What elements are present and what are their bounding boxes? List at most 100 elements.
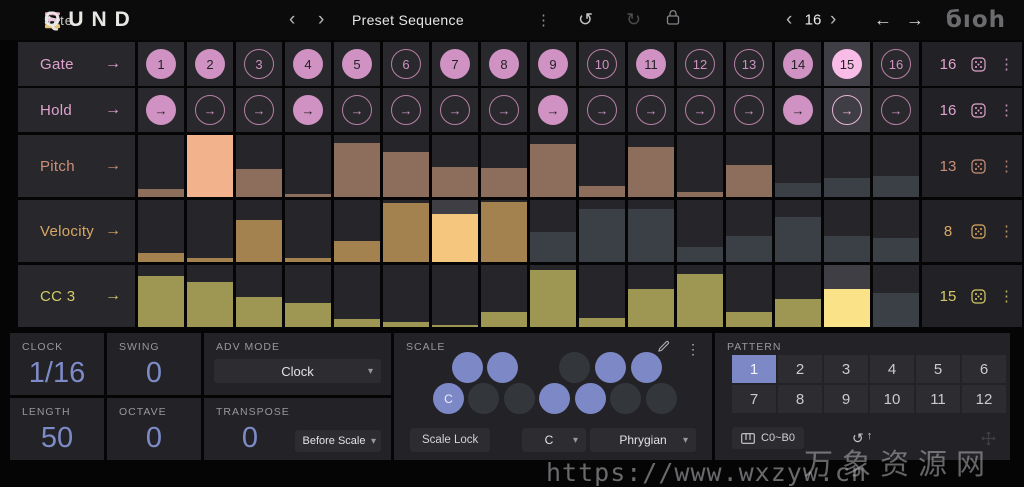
cc3-step-3[interactable]	[236, 265, 282, 327]
pattern-cell-6[interactable]: 6	[962, 355, 1006, 383]
pitch-step-3[interactable]	[236, 135, 282, 197]
gate-step-3[interactable]: 3	[236, 42, 282, 86]
cc3-step-4[interactable]	[285, 265, 331, 327]
gate-step-13[interactable]: 13	[726, 42, 772, 86]
pitch-step-7[interactable]	[432, 135, 478, 197]
scale-note-C[interactable]: C	[433, 383, 464, 414]
pitch-step-8[interactable]	[481, 135, 527, 197]
scale-note-C#[interactable]	[452, 352, 483, 383]
pitch-step-13[interactable]	[726, 135, 772, 197]
dice-randomize-icon[interactable]	[971, 103, 986, 118]
hold-step-5[interactable]: →	[334, 88, 380, 132]
scale-edit-icon[interactable]	[657, 340, 670, 358]
cc3-step-15[interactable]	[824, 265, 870, 327]
hold-step-14[interactable]: →	[775, 88, 821, 132]
cc3-step-8[interactable]	[481, 265, 527, 327]
pattern-cell-9[interactable]: 9	[824, 385, 868, 413]
dice-randomize-icon[interactable]	[971, 289, 986, 304]
cc3-step-7[interactable]	[432, 265, 478, 327]
pattern-cell-3[interactable]: 3	[824, 355, 868, 383]
pattern-cell-7[interactable]: 7	[732, 385, 776, 413]
hold-step-13[interactable]: →	[726, 88, 772, 132]
hold-step-10[interactable]: →	[579, 88, 625, 132]
transpose-value[interactable]: 0	[204, 422, 296, 455]
gate-label-cell[interactable]: Gate→	[18, 42, 135, 86]
pitch-step-1[interactable]	[138, 135, 184, 197]
gate-step-14[interactable]: 14	[775, 42, 821, 86]
velocity-step-5[interactable]	[334, 200, 380, 262]
hold-step-1[interactable]: →	[138, 88, 184, 132]
velocity-step-16[interactable]	[873, 200, 919, 262]
hold-step-9[interactable]: →	[530, 88, 576, 132]
hold-step-16[interactable]: →	[873, 88, 919, 132]
adv-mode-dropdown[interactable]: Clock ▾	[214, 359, 381, 383]
scale-note-D[interactable]	[468, 383, 499, 414]
length-value[interactable]: 50	[10, 422, 104, 455]
gate-step-15[interactable]: 15	[824, 42, 870, 86]
velocity-step-3[interactable]	[236, 200, 282, 262]
cc3-step-1[interactable]	[138, 265, 184, 327]
cc3-label-cell[interactable]: CC 3→	[18, 265, 135, 327]
gate-step-7[interactable]: 7	[432, 42, 478, 86]
pattern-cell-5[interactable]: 5	[916, 355, 960, 383]
velocity-step-13[interactable]	[726, 200, 772, 262]
gate-step-16[interactable]: 16	[873, 42, 919, 86]
pitch-step-10[interactable]	[579, 135, 625, 197]
hold-step-4[interactable]: →	[285, 88, 331, 132]
pitch-step-14[interactable]	[775, 135, 821, 197]
velocity-step-6[interactable]	[383, 200, 429, 262]
octave-value[interactable]: 0	[107, 422, 201, 455]
hold-label-cell[interactable]: Hold→	[18, 88, 135, 132]
hold-count[interactable]: 16	[938, 102, 958, 119]
scale-menu-icon[interactable]: ⋮	[686, 341, 700, 358]
pitch-step-11[interactable]	[628, 135, 674, 197]
hold-step-8[interactable]: →	[481, 88, 527, 132]
cc3-step-16[interactable]	[873, 265, 919, 327]
hold-step-3[interactable]: →	[236, 88, 282, 132]
hold-step-6[interactable]: →	[383, 88, 429, 132]
hold-step-7[interactable]: →	[432, 88, 478, 132]
velocity-step-10[interactable]	[579, 200, 625, 262]
pitch-label-cell[interactable]: Pitch→	[18, 135, 135, 197]
preset-next-button[interactable]: ›	[318, 9, 324, 31]
pitch-step-4[interactable]	[285, 135, 331, 197]
scale-note-B[interactable]	[646, 383, 677, 414]
velocity-step-1[interactable]	[138, 200, 184, 262]
pattern-cell-11[interactable]: 11	[916, 385, 960, 413]
preset-name[interactable]: Preset Sequence	[352, 12, 464, 28]
pattern-cell-8[interactable]: 8	[778, 385, 822, 413]
pitch-step-16[interactable]	[873, 135, 919, 197]
cc3-step-6[interactable]	[383, 265, 429, 327]
preset-prev-button[interactable]: ‹	[289, 9, 295, 31]
pattern-cell-4[interactable]: 4	[870, 355, 914, 383]
gate-step-10[interactable]: 10	[579, 42, 625, 86]
pattern-cell-12[interactable]: 12	[962, 385, 1006, 413]
pattern-cell-1[interactable]: 1	[732, 355, 776, 383]
hold-step-11[interactable]: →	[628, 88, 674, 132]
gate-step-9[interactable]: 9	[530, 42, 576, 86]
scale-name-dropdown[interactable]: Phrygian ▾	[590, 428, 696, 452]
scale-note-A#[interactable]	[631, 352, 662, 383]
row-menu-icon[interactable]: ⋮	[999, 157, 1014, 175]
pitch-step-2[interactable]	[187, 135, 233, 197]
cc3-step-2[interactable]	[187, 265, 233, 327]
velocity-step-8[interactable]	[481, 200, 527, 262]
lock-icon[interactable]	[666, 9, 680, 31]
gate-step-8[interactable]: 8	[481, 42, 527, 86]
gate-step-2[interactable]: 2	[187, 42, 233, 86]
dice-randomize-icon[interactable]	[971, 224, 986, 239]
scale-note-A[interactable]	[610, 383, 641, 414]
velocity-step-15[interactable]	[824, 200, 870, 262]
velocity-step-9[interactable]	[530, 200, 576, 262]
row-menu-icon[interactable]: ⋮	[999, 287, 1014, 305]
cc3-step-14[interactable]	[775, 265, 821, 327]
cc3-step-12[interactable]	[677, 265, 723, 327]
gate-step-1[interactable]: 1	[138, 42, 184, 86]
gate-count[interactable]: 16	[938, 56, 958, 73]
scale-note-F#[interactable]	[559, 352, 590, 383]
cc3-count[interactable]: 15	[938, 288, 958, 305]
velocity-step-14[interactable]	[775, 200, 821, 262]
velocity-step-2[interactable]	[187, 200, 233, 262]
page-next-button[interactable]: ›	[830, 9, 836, 31]
cc3-step-9[interactable]	[530, 265, 576, 327]
